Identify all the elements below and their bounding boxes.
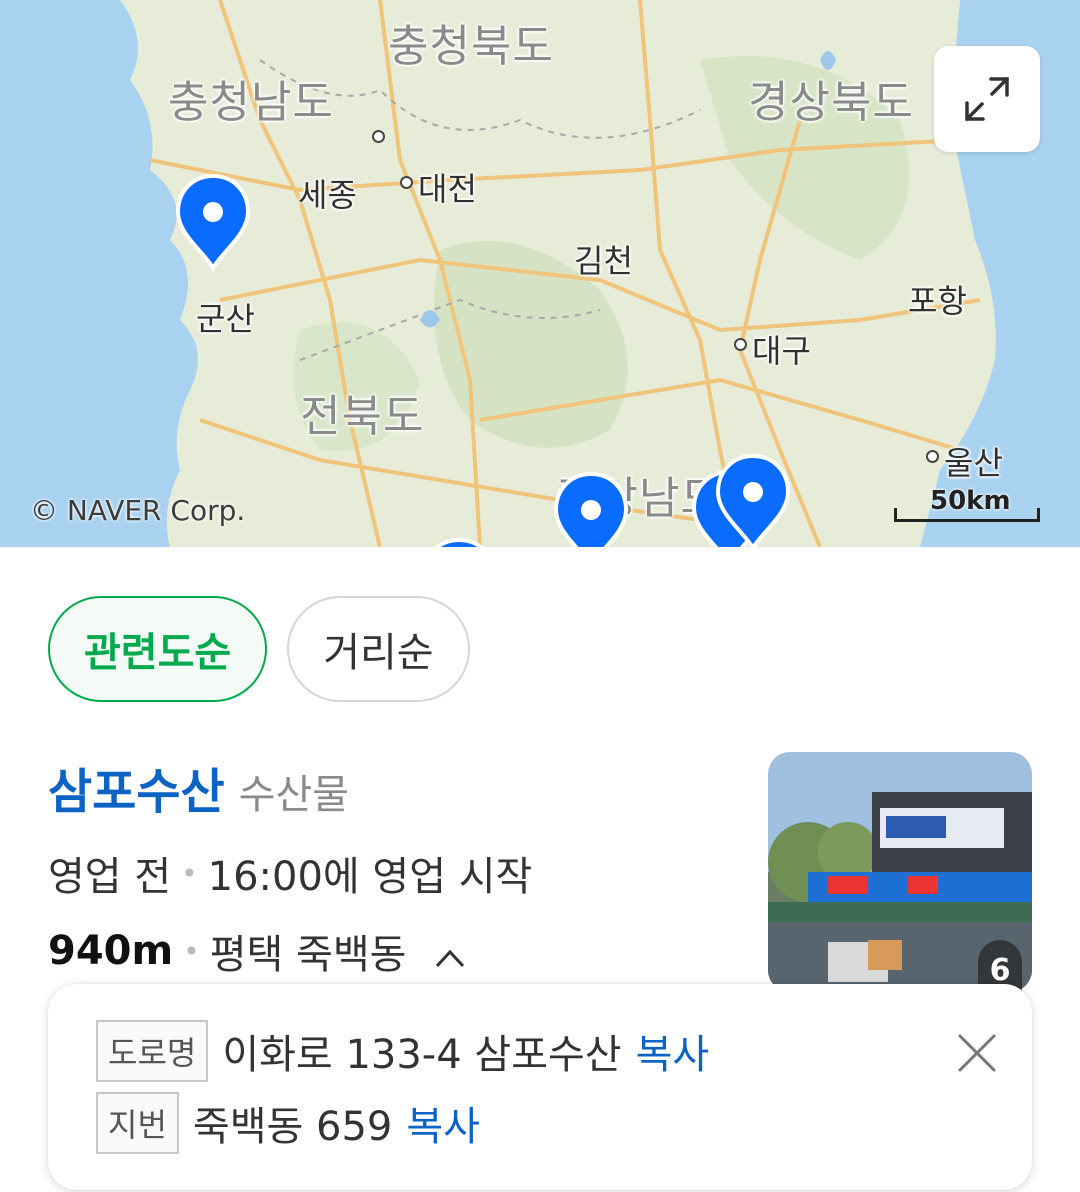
lot-address-tag: 지번	[96, 1092, 179, 1154]
map-label-province: 충청남도	[168, 77, 334, 128]
chevron-up-icon	[436, 949, 465, 968]
copy-lot-address-button[interactable]: 복사	[406, 1094, 480, 1152]
map-label-province: 전북도	[300, 391, 425, 442]
map-background	[0, 0, 1080, 547]
map-label-city: 군산	[196, 300, 255, 338]
lot-address-row: 지번 죽백동 659 복사	[96, 1092, 480, 1154]
map-label-city: 울산	[944, 444, 1003, 482]
close-icon	[958, 1034, 996, 1072]
sort-relevance-chip[interactable]: 관련도순	[48, 596, 268, 702]
map-label-city: 세종	[298, 176, 357, 214]
map-pin[interactable]	[420, 536, 498, 547]
opening-time: 16:00에 영업 시작	[207, 854, 533, 900]
map-scale-bar	[894, 508, 1040, 522]
map-label-province: 경상북도	[748, 77, 914, 128]
separator-dot: •	[181, 856, 198, 890]
map-label-province: 충청북도	[388, 21, 554, 72]
area-toggle[interactable]: 평택 죽백동	[210, 922, 465, 980]
distance-value: 940m	[48, 928, 174, 974]
city-dot	[400, 176, 413, 189]
close-address-button[interactable]	[952, 1028, 1002, 1078]
place-category: 수산물	[238, 772, 350, 818]
sort-options: 관련도순 거리순	[48, 596, 470, 702]
map-pin[interactable]	[714, 452, 792, 547]
map-expand-button[interactable]	[934, 46, 1040, 152]
city-dot	[734, 338, 747, 351]
map-label-city: 김천	[574, 242, 633, 280]
expand-arrows-icon	[965, 77, 1009, 121]
city-dot	[372, 130, 385, 143]
sort-distance-chip[interactable]: 거리순	[287, 596, 470, 702]
road-address-text: 이화로 133-4 삼포수산	[222, 1032, 622, 1078]
city-dot	[926, 450, 939, 463]
map-pin[interactable]	[552, 470, 630, 547]
area-name: 평택 죽백동	[209, 932, 407, 978]
business-status: 영업 전	[48, 854, 172, 900]
copy-road-address-button[interactable]: 복사	[636, 1022, 710, 1080]
lot-address-text: 죽백동 659	[192, 1104, 393, 1150]
map-label-city: 포항	[908, 282, 967, 320]
map-view[interactable]: 충청북도 충청남도 경상북도 전북도 경상남도 세종 대전 김천 군산 포항 대…	[0, 0, 1080, 547]
map-label-city: 대구	[752, 332, 811, 370]
map-label-city: 대전	[418, 170, 477, 208]
map-pin[interactable]	[174, 172, 252, 272]
place-name-link[interactable]: 삼포수산	[48, 752, 225, 822]
separator-dot: •	[183, 934, 200, 968]
map-copyright: © NAVER Corp.	[30, 494, 246, 527]
road-address-row: 도로명 이화로 133-4 삼포수산 복사	[96, 1020, 709, 1082]
road-address-tag: 도로명	[96, 1020, 209, 1082]
address-popup: 도로명 이화로 133-4 삼포수산 복사 지번 죽백동 659 복사	[48, 984, 1032, 1190]
